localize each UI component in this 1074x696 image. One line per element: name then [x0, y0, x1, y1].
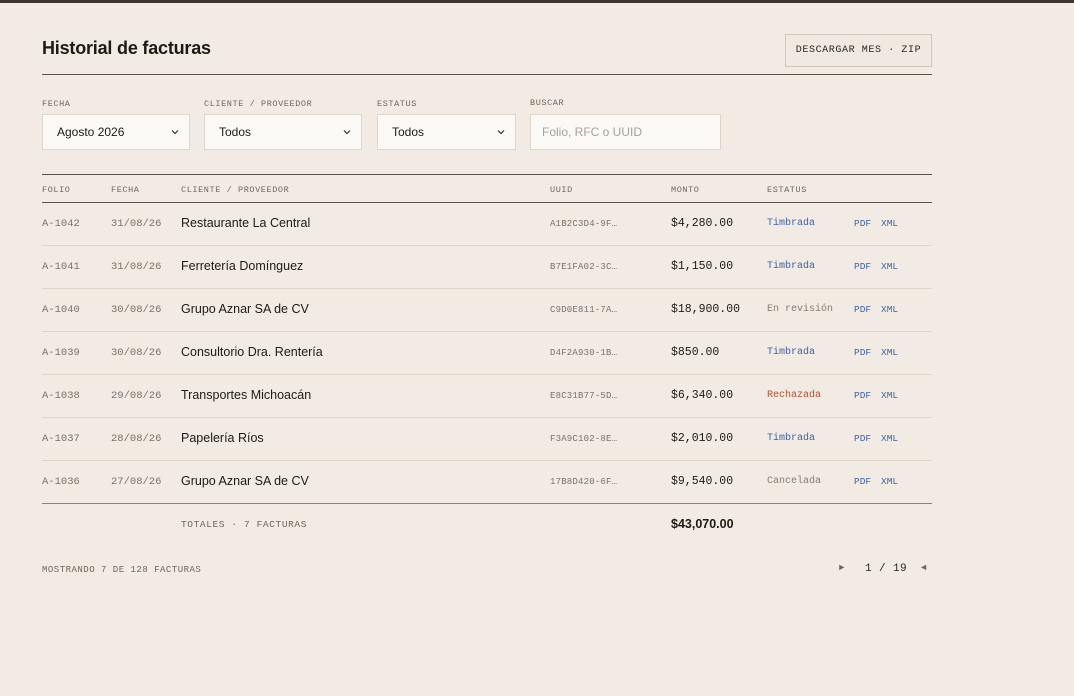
- xml-link[interactable]: XML: [881, 304, 898, 315]
- fecha-cell: 30/08/26: [111, 304, 162, 316]
- totals-row: TOTALES · 7 FACTURAS $43,070.00: [42, 503, 932, 545]
- buscar-filter-label: BUSCAR: [530, 98, 565, 108]
- fecha-cell: 31/08/26: [111, 218, 162, 230]
- page-header: Historial de facturas DESCARGAR MES · ZI…: [42, 34, 932, 75]
- table-row[interactable]: A-1042 31/08/26 Restaurante La Central A1B2…: [42, 203, 932, 246]
- folio-cell: A-1040: [42, 304, 80, 316]
- cliente-cell: Grupo Aznar SA de CV: [181, 474, 309, 488]
- xml-link[interactable]: XML: [881, 476, 898, 487]
- column-header-monto: MONTO: [671, 185, 700, 195]
- monto-cell: $18,900.00: [671, 303, 741, 316]
- uuid-cell: 17B8D420-6F…: [550, 477, 618, 487]
- uuid-cell: A1B2C3D4-9F…: [550, 219, 618, 229]
- estatus-filter-label: ESTATUS: [377, 99, 417, 109]
- folio-cell: A-1042: [42, 218, 80, 230]
- column-header-cliente: CLIENTE / PROVEEDOR: [181, 185, 290, 195]
- table-row[interactable]: A-1040 30/08/26 Grupo Aznar SA de CV C9D0E8…: [42, 289, 932, 332]
- play-next-icon[interactable]: ►: [839, 563, 844, 573]
- table-row[interactable]: A-1038 29/08/26 Transportes Michoacán E8C31…: [42, 375, 932, 418]
- uuid-cell: D4F2A930-1B…: [550, 348, 618, 358]
- status-badge: Timbrada: [767, 261, 816, 272]
- status-badge: En revisión: [767, 304, 834, 315]
- folio-cell: A-1039: [42, 347, 80, 359]
- page-indicator: 1 / 19: [865, 563, 908, 575]
- monto-cell: $9,540.00: [671, 475, 734, 488]
- status-badge: Timbrada: [767, 433, 816, 444]
- folio-cell: A-1038: [42, 390, 80, 402]
- fecha-cell: 30/08/26: [111, 347, 162, 359]
- chevron-down-icon: [171, 130, 179, 135]
- pdf-link[interactable]: PDF: [854, 433, 871, 444]
- table-body: A-1042 31/08/26 Restaurante La Central A1B2…: [42, 203, 932, 504]
- folio-cell: A-1037: [42, 433, 80, 445]
- xml-link[interactable]: XML: [881, 433, 898, 444]
- status-badge: Timbrada: [767, 347, 816, 358]
- cliente-cell: Consultorio Dra. Rentería: [181, 345, 323, 359]
- play-prev-icon[interactable]: ◄: [921, 563, 926, 573]
- xml-link[interactable]: XML: [881, 218, 898, 229]
- totals-amount: $43,070.00: [671, 517, 734, 531]
- pdf-link[interactable]: PDF: [854, 261, 871, 272]
- fecha-filter-label: FECHA: [42, 99, 71, 109]
- pdf-link[interactable]: PDF: [854, 476, 871, 487]
- xml-link[interactable]: XML: [881, 390, 898, 401]
- cliente-select-value: Todos: [219, 125, 252, 139]
- uuid-cell: C9D0E811-7A…: [550, 305, 618, 315]
- monto-cell: $6,340.00: [671, 389, 734, 402]
- cliente-cell: Papelería Ríos: [181, 431, 264, 445]
- pdf-link[interactable]: PDF: [854, 347, 871, 358]
- table-row[interactable]: A-1041 31/08/26 Ferretería Domínguez B7E1FA…: [42, 246, 932, 289]
- invoices-table: FOLIO FECHA CLIENTE / PROVEEDOR UUID MON…: [42, 174, 932, 504]
- fecha-cell: 31/08/26: [111, 261, 162, 273]
- uuid-cell: B7E1FA02-3C…: [550, 262, 618, 272]
- cliente-cell: Transportes Michoacán: [181, 388, 312, 402]
- cliente-cell: Ferretería Domínguez: [181, 259, 304, 273]
- pdf-link[interactable]: PDF: [854, 218, 871, 229]
- status-badge: Rechazada: [767, 390, 822, 401]
- xml-link[interactable]: XML: [881, 261, 898, 272]
- fecha-select[interactable]: Agosto 2026: [42, 114, 190, 150]
- folio-cell: A-1036: [42, 476, 80, 488]
- chevron-down-icon: [497, 130, 505, 135]
- column-header-folio: FOLIO: [42, 185, 71, 195]
- column-header-uuid: UUID: [550, 185, 573, 195]
- fecha-cell: 29/08/26: [111, 390, 162, 402]
- table-row[interactable]: A-1039 30/08/26 Consultorio Dra. Rentería D…: [42, 332, 932, 375]
- status-badge: Cancelada: [767, 476, 822, 487]
- table-row[interactable]: A-1037 28/08/26 Papelería Ríos F3A9C102-8E……: [42, 418, 932, 461]
- pdf-link[interactable]: PDF: [854, 390, 871, 401]
- monto-cell: $850.00: [671, 346, 720, 359]
- uuid-cell: E8C31B77-5D…: [550, 391, 618, 401]
- cliente-select[interactable]: Todos: [204, 114, 362, 150]
- monto-cell: $4,280.00: [671, 217, 734, 230]
- page-title: Historial de facturas: [42, 38, 211, 58]
- totals-label: TOTALES · 7 FACTURAS: [181, 519, 308, 530]
- status-badge: Timbrada: [767, 218, 816, 229]
- fecha-cell: 28/08/26: [111, 433, 162, 445]
- cliente-filter-label: CLIENTE / PROVEEDOR: [204, 99, 313, 109]
- column-header-estatus: ESTATUS: [767, 185, 807, 195]
- folio-cell: A-1041: [42, 261, 80, 273]
- fecha-select-value: Agosto 2026: [57, 125, 125, 139]
- results-count: MOSTRANDO 7 DE 128 FACTURAS: [42, 565, 202, 575]
- chevron-down-icon: [343, 130, 351, 135]
- xml-link[interactable]: XML: [881, 347, 898, 358]
- estatus-select[interactable]: Todos: [377, 114, 516, 150]
- search-input[interactable]: [530, 114, 721, 150]
- download-month-zip-button[interactable]: DESCARGAR MES · ZIP: [785, 34, 932, 67]
- uuid-cell: F3A9C102-8E…: [550, 434, 618, 444]
- monto-cell: $1,150.00: [671, 260, 734, 273]
- cliente-cell: Grupo Aznar SA de CV: [181, 302, 309, 316]
- estatus-select-value: Todos: [392, 125, 425, 139]
- column-header-fecha: FECHA: [111, 185, 140, 195]
- cliente-cell: Restaurante La Central: [181, 216, 311, 230]
- table-header: FOLIO FECHA CLIENTE / PROVEEDOR UUID MON…: [42, 175, 932, 203]
- monto-cell: $2,010.00: [671, 432, 734, 445]
- table-row[interactable]: A-1036 27/08/26 Grupo Aznar SA de CV 17B8D4…: [42, 461, 932, 504]
- pdf-link[interactable]: PDF: [854, 304, 871, 315]
- fecha-cell: 27/08/26: [111, 476, 162, 488]
